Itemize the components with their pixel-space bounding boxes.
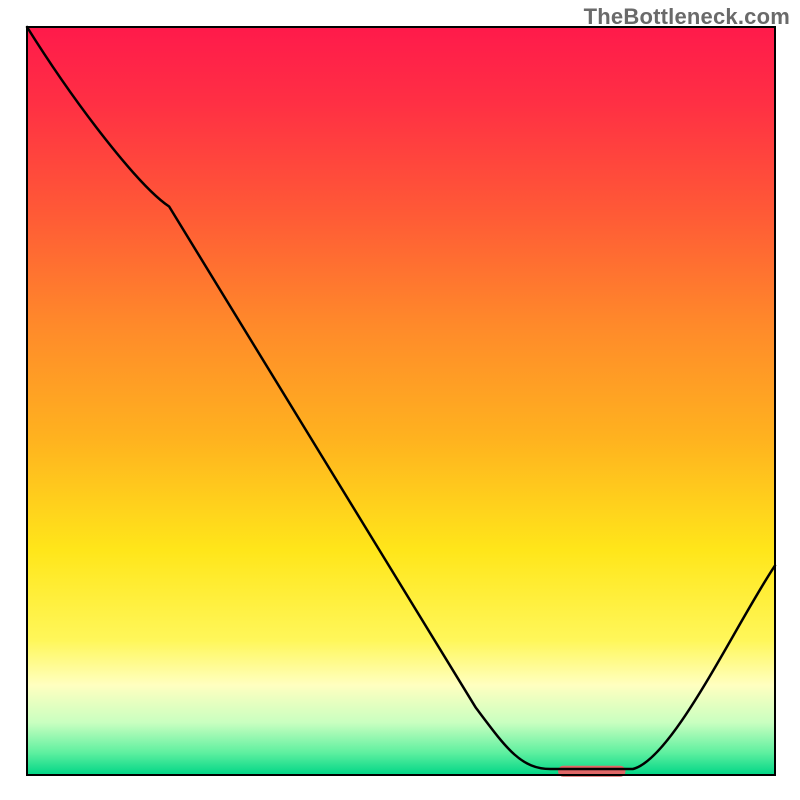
watermark-text: TheBottleneck.com — [584, 4, 790, 30]
bottleneck-chart — [0, 0, 800, 800]
plot-background — [27, 27, 775, 775]
chart-container: TheBottleneck.com — [0, 0, 800, 800]
